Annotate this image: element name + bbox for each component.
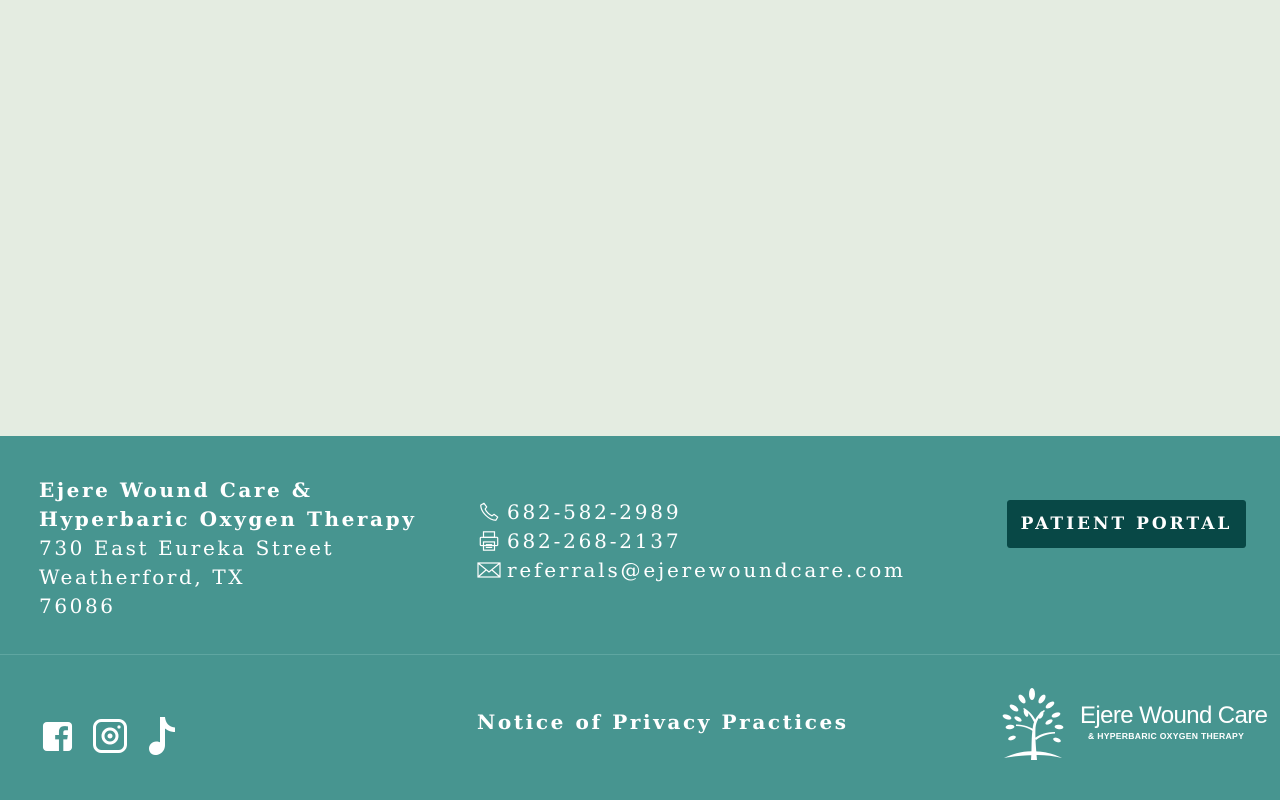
facebook-icon[interactable]	[39, 716, 75, 756]
email-address[interactable]: referrals@ejerewoundcare.com	[507, 558, 906, 582]
footer-contact: 682-582-2989 682-268-2137 referrals@ejer…	[477, 497, 906, 584]
instagram-icon[interactable]	[92, 716, 128, 756]
logo-brand-text: Ejere Wound Care	[1080, 702, 1268, 729]
tree-icon	[1002, 688, 1064, 760]
patient-portal-button[interactable]: PATIENT PORTAL	[1007, 500, 1246, 548]
phone-icon	[477, 500, 501, 524]
fax-number: 682-268-2137	[507, 528, 682, 553]
site-footer: Ejere Wound Care & Hyperbaric Oxygen The…	[0, 436, 1280, 800]
footer-divider	[0, 654, 1280, 655]
clinic-name-line1: Ejere Wound Care &	[39, 478, 313, 502]
email-row[interactable]: referrals@ejerewoundcare.com	[477, 555, 906, 584]
social-links	[39, 716, 198, 756]
logo-tagline: & HYPERBARIC OXYGEN THERAPY	[1088, 731, 1245, 741]
zip-code: 76086	[39, 594, 116, 618]
street-address: 730 East Eureka Street	[39, 536, 335, 560]
city-state: Weatherford, TX	[39, 565, 246, 589]
footer-logo[interactable]: Ejere Wound Care & HYPERBARIC OXYGEN THE…	[998, 686, 1268, 760]
mail-icon	[477, 558, 501, 582]
footer-address: Ejere Wound Care & Hyperbaric Oxygen The…	[39, 476, 439, 621]
fax-icon	[477, 529, 501, 553]
tiktok-icon[interactable]	[145, 716, 181, 756]
phone-row[interactable]: 682-582-2989	[477, 497, 906, 526]
privacy-notice-link[interactable]: Notice of Privacy Practices	[477, 710, 849, 734]
phone-number[interactable]: 682-582-2989	[507, 500, 681, 524]
clinic-name-line2: Hyperbaric Oxygen Therapy	[39, 507, 417, 531]
fax-row: 682-268-2137	[477, 526, 906, 555]
hero-area	[0, 0, 1280, 436]
